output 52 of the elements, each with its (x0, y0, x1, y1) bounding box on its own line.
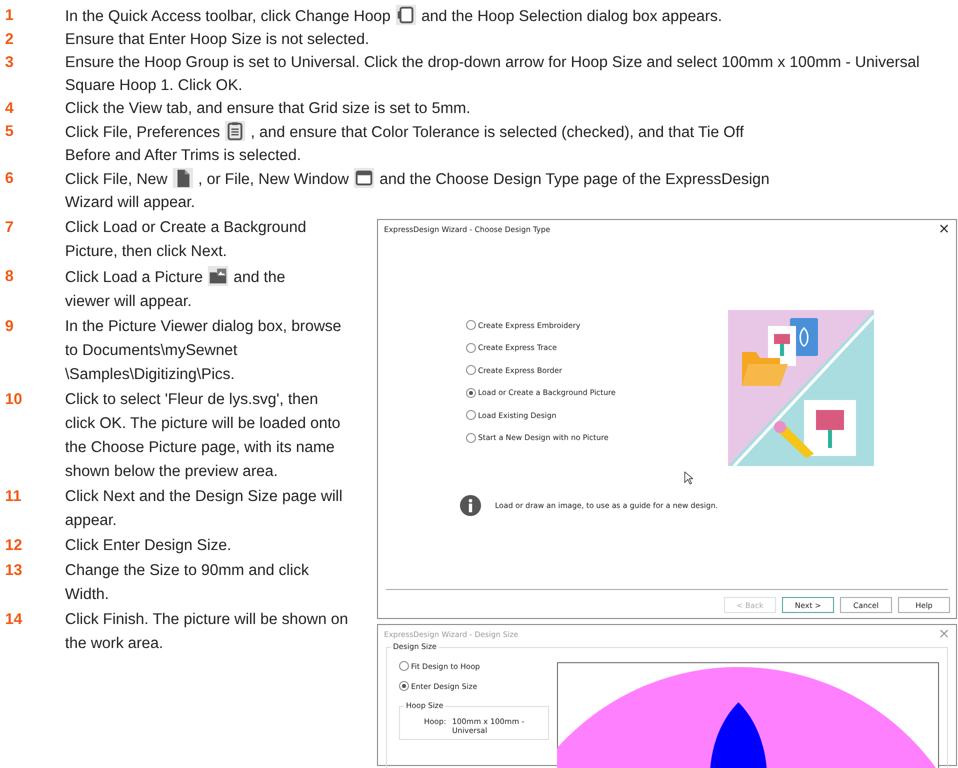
step-number: 1 (5, 6, 15, 26)
step-text: Click File, Preferences (65, 124, 220, 141)
step-text: In the Picture Viewer dialog box, browse to Documents\mySewnet \Samples\Digitizing\Pics. (65, 318, 342, 383)
step-text: Before and After Trims is selected. (65, 147, 302, 164)
window-icon (353, 167, 376, 189)
step-text: Click Enter Design Size. (65, 537, 232, 554)
step-text: , and ensure that Color Tolerance is selected (checked), and that Tie Off (250, 124, 744, 141)
radio-button[interactable] (466, 342, 476, 353)
step-text: Click Next and the Design Size page will appear. (65, 488, 342, 529)
radio-button[interactable] (466, 365, 476, 376)
step-text: and the Hoop Selection dialog box appears. (421, 8, 722, 25)
step-number: 4 (5, 99, 15, 119)
step-text: Click File, New (65, 171, 168, 188)
step-text: Ensure the Hoop Group is set to Universal. Click the drop-down arrow for Hoop Size and select 100mm x 100mm - Universal Square Hoop 1. Click OK. (65, 54, 920, 94)
step-number: 2 (5, 30, 15, 50)
step-text: and the (233, 269, 286, 286)
step-text: Click Load or Create a Background Picture, then click Next. (65, 219, 306, 260)
step-text: Change the Size to 90mm and click Width. (65, 562, 309, 603)
step-number: 10 (5, 390, 24, 410)
step-number: 9 (5, 317, 15, 337)
step-number: 11 (5, 487, 22, 507)
step-text: , or File, New Window (198, 171, 349, 188)
close-button[interactable]: × (938, 224, 950, 234)
step-number: 6 (5, 169, 15, 189)
hoop-icon (395, 4, 417, 26)
step-text: In the Quick Access toolbar, click Change Hoop (65, 8, 391, 25)
radio-button[interactable] (466, 320, 476, 330)
radio-button[interactable] (466, 410, 476, 420)
step-text: Click Finish. The picture will be shown on the work area. (65, 611, 348, 652)
step-number: 3 (5, 53, 15, 73)
step-number: 8 (5, 267, 15, 287)
step-text: Click the View tab, and ensure that Grid size is set to 5mm. (65, 100, 470, 117)
pointer-icon (684, 471, 693, 485)
radio-button[interactable] (399, 661, 409, 671)
radio-button[interactable] (466, 432, 476, 443)
step-text: and the Choose Design Type page of the ExpressDesign (379, 171, 770, 188)
step-text: Wizard will appear. (65, 194, 196, 211)
step-text: Click to select 'Fleur de lys.svg', then click OK. The picture will be loaded onto the Choose Picture page, with its name shown below the preview area. (65, 391, 340, 480)
step-text: Ensure that Enter Hoop Size is not selected. (65, 31, 370, 48)
step-number: 12 (5, 536, 24, 556)
radio-button[interactable] (466, 388, 476, 398)
info-icon (459, 494, 482, 517)
picture-folder-icon (207, 265, 230, 287)
clipboard-icon (224, 120, 246, 142)
new-file-icon (172, 167, 194, 189)
step-number: 5 (5, 122, 15, 142)
radio-button[interactable] (399, 681, 409, 691)
step-text: Click Load a Picture (65, 269, 203, 286)
step-number: 7 (5, 218, 15, 238)
step-number: 14 (5, 610, 24, 630)
step-number: 13 (5, 561, 24, 581)
step-text: viewer will appear. (65, 293, 192, 310)
